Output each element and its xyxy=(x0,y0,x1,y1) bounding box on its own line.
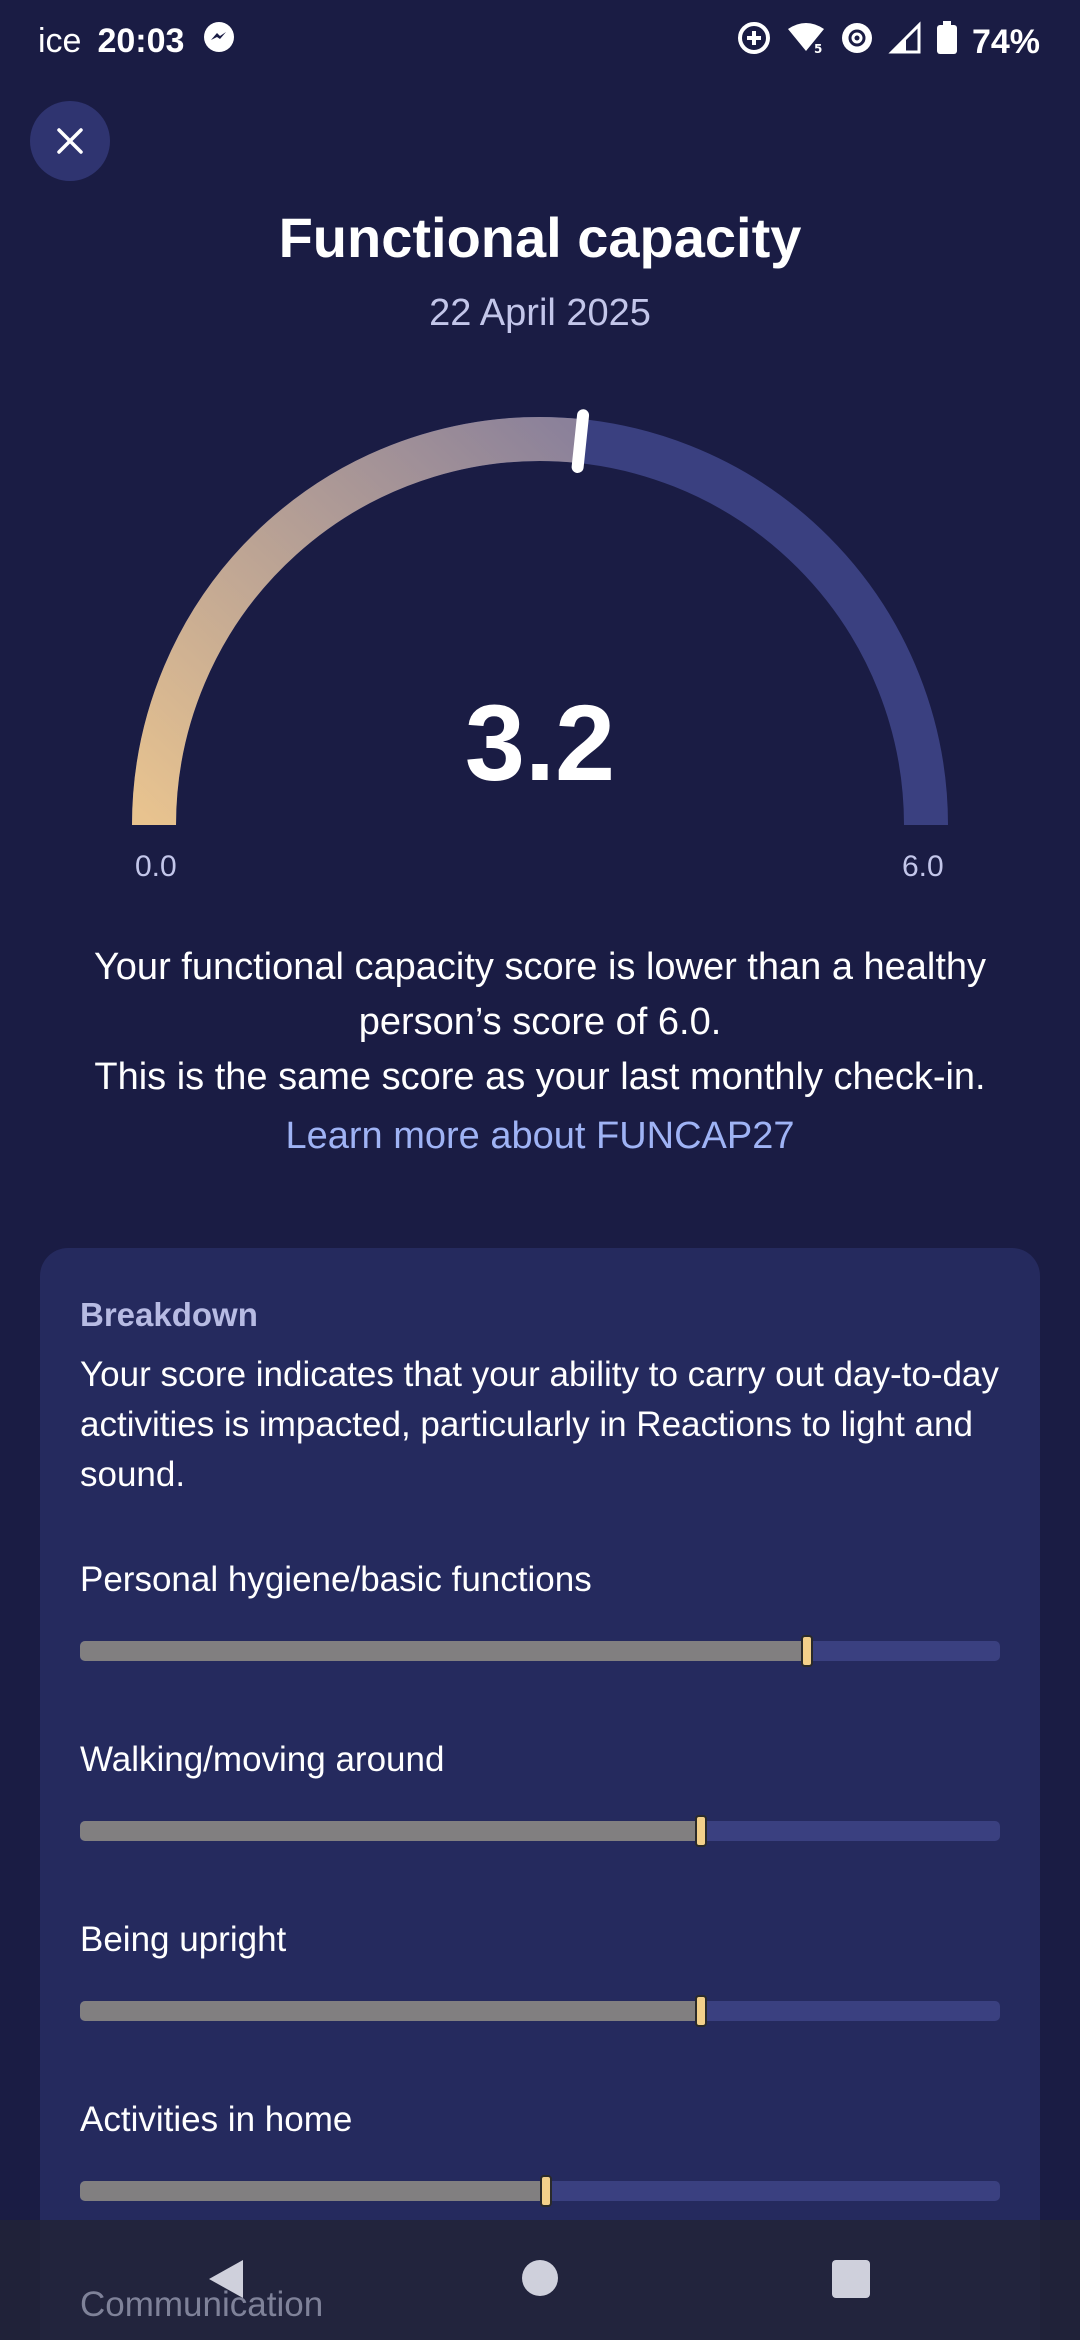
back-button[interactable] xyxy=(205,2258,245,2305)
gauge-max-label: 6.0 xyxy=(902,850,944,883)
metric-personal-hygiene: Personal hygiene/basic functions xyxy=(80,1560,1000,1680)
metric-label: Personal hygiene/basic functions xyxy=(80,1560,592,1599)
breakdown-card: Breakdown Your score indicates that your… xyxy=(40,1248,1040,2340)
score-gauge: 3.2 0.0 6.0 xyxy=(0,380,1080,900)
metric-label: Walking/moving around xyxy=(80,1740,445,1779)
gauge-min-label: 0.0 xyxy=(135,850,177,883)
score-summary: Your functional capacity score is lower … xyxy=(60,940,1020,1105)
metric-track xyxy=(80,2175,1000,2207)
metric-track xyxy=(80,1995,1000,2027)
metric-being-upright: Being upright xyxy=(80,1920,1000,2040)
page-title: Functional capacity xyxy=(278,206,802,269)
metric-label: Being upright xyxy=(80,1920,287,1959)
data-saver-icon xyxy=(736,20,772,65)
metric-fill xyxy=(80,1641,807,1661)
status-left: ice 20:03 xyxy=(38,20,236,63)
metric-walking: Walking/moving around xyxy=(80,1740,1000,1860)
metric-thumb xyxy=(695,1815,707,1847)
learn-more-link[interactable]: Learn more about FUNCAP27 xyxy=(0,1115,1080,1158)
metric-track xyxy=(80,1815,1000,1847)
screen: ice 20:03 5 74% Functional capacity 22 A… xyxy=(0,0,1080,2340)
battery-percentage: 74% xyxy=(971,23,1040,61)
wifi-icon: 5 xyxy=(786,21,826,64)
home-button[interactable] xyxy=(522,2260,558,2296)
metric-communication-label: Communication xyxy=(80,2285,324,2324)
breakdown-heading: Breakdown xyxy=(80,1296,258,1333)
svg-text:5: 5 xyxy=(814,42,822,55)
score-value: 3.2 xyxy=(464,682,616,803)
status-right: 5 74% xyxy=(736,20,1040,65)
metric-fill xyxy=(80,2001,701,2021)
signal-icon xyxy=(888,21,922,64)
clock: 20:03 xyxy=(97,22,185,60)
metric-fill xyxy=(80,1821,701,1841)
recents-button[interactable] xyxy=(832,2260,870,2298)
metric-thumb xyxy=(540,2175,552,2207)
hotspot-icon xyxy=(840,21,874,64)
metric-activities-in-home: Activities in home xyxy=(80,2100,1000,2220)
battery-icon xyxy=(936,21,958,64)
close-icon xyxy=(57,128,83,154)
carrier-label: ice xyxy=(38,22,82,60)
summary-line-1: Your functional capacity score is lower … xyxy=(93,946,987,1043)
check-in-date: 22 April 2025 xyxy=(429,292,651,334)
close-button[interactable] xyxy=(30,101,110,181)
metric-track xyxy=(80,1635,1000,1667)
metric-label: Activities in home xyxy=(80,2100,353,2139)
summary-line-2: This is the same score as your last mont… xyxy=(94,1056,986,1098)
metric-fill xyxy=(80,2181,546,2201)
status-bar: ice 20:03 5 74% xyxy=(0,0,1080,84)
metric-thumb xyxy=(695,1995,707,2027)
gauge-marker xyxy=(571,409,590,473)
breakdown-description: Your score indicates that your ability t… xyxy=(80,1355,999,1494)
messenger-icon xyxy=(202,20,236,63)
back-icon xyxy=(209,2260,243,2298)
metric-thumb xyxy=(801,1635,813,1667)
